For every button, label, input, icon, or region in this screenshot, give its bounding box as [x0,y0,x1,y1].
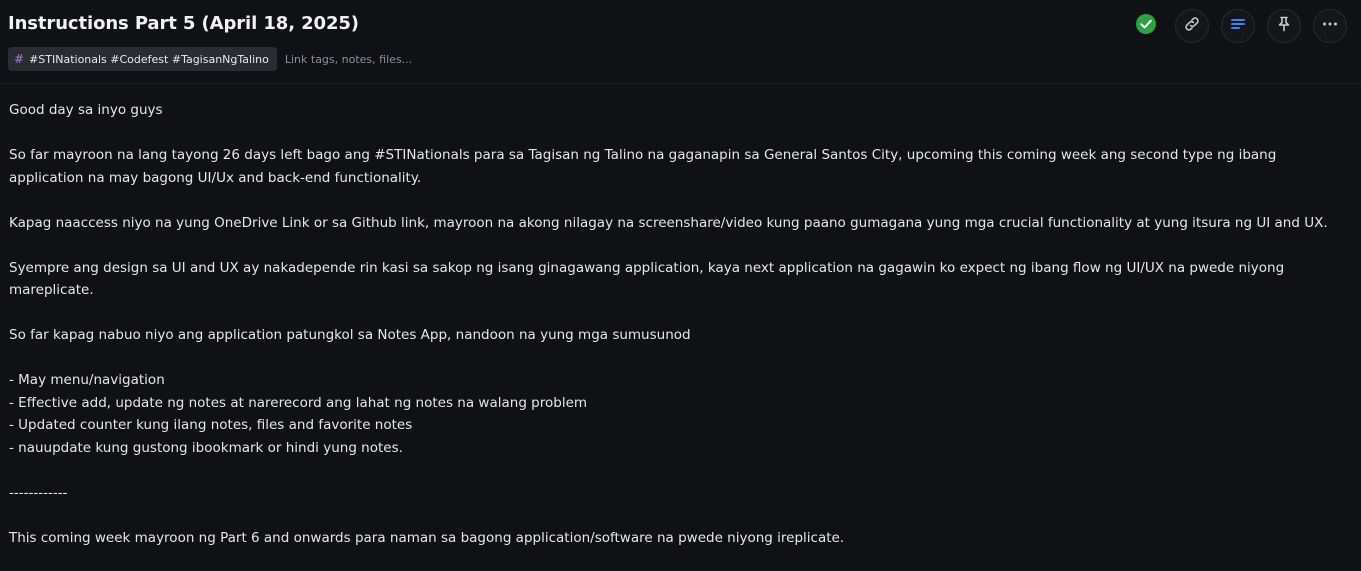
list-item: - May menu/navigation [9,372,165,388]
body-line: Good day sa inyo guys [9,102,163,118]
body-paragraph: Syempre ang design sa UI and UX ay nakad… [9,259,1285,299]
list-item: - Updated counter kung ilang notes, file… [9,417,413,433]
more-options-button[interactable] [1313,9,1347,43]
more-icon [1321,15,1339,37]
body-paragraph: So far mayroon na lang tayong 26 days le… [9,147,1277,186]
body-paragraph: So far kapag nabuo niyo ang application … [9,327,691,343]
link-icon [1183,15,1201,37]
hash-icon: # [14,52,25,66]
format-icon [1229,15,1247,37]
saved-status-button[interactable] [1129,9,1163,43]
note-body[interactable]: Good day sa inyo guys So far mayroon na … [9,99,1339,549]
separator-line: ------------ [9,484,68,501]
pin-icon [1275,15,1293,37]
note-actions [1129,9,1347,43]
body-paragraph: Kapag naaccess niyo na yung OneDrive Lin… [9,214,1328,231]
link-button[interactable] [1175,9,1209,43]
body-paragraph: This coming week mayroon ng Part 6 and o… [9,529,845,546]
note-title[interactable]: Instructions Part 5 (April 18, 2025) [8,13,359,34]
note-header: Instructions Part 5 (April 18, 2025) # #… [0,0,1361,84]
list-item: - Effective add, update ng notes at nare… [9,394,588,411]
tag-chip[interactable]: # #STINationals #Codefest #TagisanNgTali… [8,47,277,71]
list-item: - nauupdate kung gustong ibookmark or hi… [9,439,403,456]
pin-button[interactable] [1267,9,1301,43]
tag-chip-label: #STINationals #Codefest #TagisanNgTalino [29,52,269,66]
link-tags-input[interactable] [284,52,485,66]
check-circle-icon [1135,13,1157,39]
tag-bar: # #STINationals #Codefest #TagisanNgTali… [8,47,485,71]
format-button[interactable] [1221,9,1255,43]
